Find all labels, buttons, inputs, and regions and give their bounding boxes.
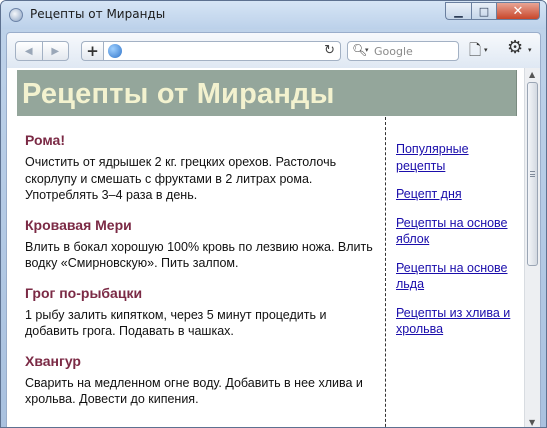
search-engine-chevron-down-icon[interactable]: ▾ bbox=[365, 46, 369, 54]
recipe-item: Хвангур Сварить на медленном огне воду. … bbox=[25, 353, 373, 408]
close-icon: ✕ bbox=[512, 3, 524, 19]
recipe-title: Грог по-рыбацки bbox=[25, 284, 143, 301]
globe-icon bbox=[108, 44, 122, 58]
scrollbar-thumb[interactable] bbox=[527, 82, 538, 266]
back-forward-group: ◀ ▶ bbox=[15, 41, 69, 61]
close-button[interactable]: ✕ bbox=[496, 2, 540, 20]
recipe-item: Рома! Очистить от ядрышек 2 кг. грецких … bbox=[25, 132, 373, 204]
recipe-title: Хвангур bbox=[25, 352, 81, 369]
scroll-down-arrow-icon[interactable]: ▼ bbox=[529, 418, 535, 427]
page-viewport: Рецепты от Миранды Рома! Очистить от ядр… bbox=[6, 68, 541, 427]
recipe-title: Кровавая Мери bbox=[25, 216, 132, 233]
browser-window: Рецепты от Миранды ▁ □ ✕ ◀ ▶ + ↻ 🔍︎ ▾ Go… bbox=[0, 0, 547, 428]
sidebar-link-khliv-recipes[interactable]: Рецепты из хлива и хрольва bbox=[396, 305, 520, 338]
sidebar-link-ice-recipes[interactable]: Рецепты на основе льда bbox=[396, 260, 520, 293]
recipe-text: Очистить от ядрышек 2 кг. грецких орехов… bbox=[25, 155, 337, 202]
browser-app-icon bbox=[9, 8, 23, 22]
back-button[interactable]: ◀ bbox=[16, 42, 42, 60]
page-menu-chevron-down-icon[interactable]: ▾ bbox=[484, 46, 488, 54]
recipe-title: Рома! bbox=[25, 132, 65, 148]
search-placeholder: Google bbox=[374, 45, 413, 58]
plus-icon: + bbox=[86, 42, 99, 60]
minimize-icon: ▁ bbox=[454, 4, 463, 18]
sidebar-link-apple-recipes[interactable]: Рецепты на основе яблок bbox=[396, 215, 520, 248]
sidebar-link-popular[interactable]: Популярные рецепты bbox=[396, 141, 520, 174]
recipe-text: Сварить на медленном огне воду. Добавить… bbox=[25, 375, 363, 407]
page-title: Рецепты от Миранды bbox=[22, 78, 335, 110]
vertical-scrollbar[interactable]: ▲ ▼ bbox=[524, 68, 540, 427]
page-header: Рецепты от Миранды bbox=[17, 70, 517, 116]
maximize-icon: □ bbox=[478, 4, 490, 18]
recipe-item: Кровавая Мери Влить в бокал хорошую 100%… bbox=[25, 217, 373, 272]
forward-arrow-icon: ▶ bbox=[51, 45, 60, 57]
title-bar[interactable]: Рецепты от Миранды ▁ □ ✕ bbox=[1, 1, 546, 29]
gear-icon[interactable]: ⚙ bbox=[507, 37, 523, 58]
sidebar-links: Популярные рецепты Рецепт дня Рецепты на… bbox=[396, 141, 520, 350]
reload-icon[interactable]: ↻ bbox=[324, 43, 335, 58]
sidebar-link-recipe-of-day[interactable]: Рецепт дня bbox=[396, 186, 520, 203]
navigation-toolbar: ◀ ▶ + ↻ 🔍︎ ▾ Google 🗋 ▾ ⚙ ▾ bbox=[6, 32, 541, 68]
add-bookmark-button[interactable]: + bbox=[81, 41, 103, 61]
window-title: Рецепты от Миранды bbox=[30, 7, 166, 21]
window-controls: ▁ □ ✕ bbox=[445, 2, 540, 20]
scrollbar-grip-icon bbox=[530, 171, 535, 177]
search-input[interactable]: 🔍︎ ▾ Google bbox=[347, 41, 459, 61]
scroll-up-arrow-icon[interactable]: ▲ bbox=[529, 70, 535, 79]
minimize-button[interactable]: ▁ bbox=[445, 2, 471, 20]
recipe-text: 1 рыбу залить кипятком, через 5 минут пр… bbox=[25, 307, 327, 339]
address-bar[interactable]: ↻ bbox=[103, 41, 341, 61]
recipe-list: Рома! Очистить от ядрышек 2 кг. грецких … bbox=[25, 132, 373, 421]
maximize-button[interactable]: □ bbox=[471, 2, 496, 20]
recipe-text: Влить в бокал хорошую 100% кровь по лезв… bbox=[25, 239, 373, 271]
back-arrow-icon: ◀ bbox=[24, 45, 33, 57]
column-divider bbox=[385, 117, 386, 427]
tools-menu-chevron-down-icon[interactable]: ▾ bbox=[528, 46, 532, 54]
page-menu-icon[interactable]: 🗋 bbox=[469, 40, 481, 65]
recipe-item: Грог по-рыбацки 1 рыбу залить кипятком, … bbox=[25, 285, 373, 340]
forward-button[interactable]: ▶ bbox=[41, 42, 69, 60]
